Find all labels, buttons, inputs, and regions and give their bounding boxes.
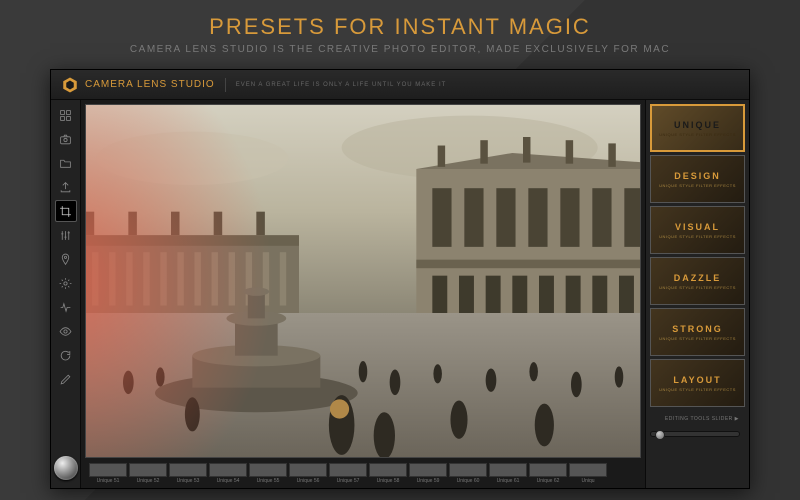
- thumb-item[interactable]: Unique 59: [409, 463, 447, 484]
- rotate-tool[interactable]: [55, 344, 77, 366]
- tool-sidebar: [51, 100, 81, 488]
- pulse-icon: [59, 301, 72, 314]
- slider-label: EDITING TOOLS SLIDER ▶: [665, 416, 739, 422]
- grid-tool[interactable]: [55, 104, 77, 126]
- camera-tool[interactable]: [55, 128, 77, 150]
- sliders-icon: [59, 229, 72, 242]
- thumb-item[interactable]: Unique 51: [89, 463, 127, 484]
- hexagon-logo-icon: [61, 76, 79, 94]
- titlebar: CAMERA LENS STUDIO EVEN A GREAT LIFE IS …: [51, 70, 749, 100]
- folder-tool[interactable]: [55, 152, 77, 174]
- eye-tool[interactable]: [55, 320, 77, 342]
- crop-tool[interactable]: [55, 200, 77, 222]
- camera-icon: [59, 133, 72, 146]
- crop-icon: [59, 205, 72, 218]
- thumbnail-strip[interactable]: Unique 51 Unique 52 Unique 53 Unique 54 …: [85, 458, 641, 484]
- photo-canvas[interactable]: [85, 104, 641, 458]
- slider-row: EDITING TOOLS SLIDER ▶: [650, 410, 745, 428]
- thumb-item[interactable]: Unique 52: [129, 463, 167, 484]
- hero-title: PRESETS FOR INSTANT MAGIC: [209, 14, 591, 40]
- main-panel: Unique 51 Unique 52 Unique 53 Unique 54 …: [81, 100, 645, 488]
- hero-subtitle: CAMERA LENS STUDIO IS THE CREATIVE PHOTO…: [130, 44, 670, 55]
- pin-tool[interactable]: [55, 248, 77, 270]
- divider: [225, 78, 226, 92]
- thumb-item[interactable]: Unique 53: [169, 463, 207, 484]
- adjust-tool[interactable]: [55, 224, 77, 246]
- preset-design[interactable]: DESIGNUNIQUE STYLE FILTER EFFECTS: [650, 155, 745, 203]
- preset-strong[interactable]: STRONGUNIQUE STYLE FILTER EFFECTS: [650, 308, 745, 356]
- settings-tool[interactable]: [55, 272, 77, 294]
- preset-panel: UNIQUEUNIQUE STYLE FILTER EFFECTS DESIGN…: [645, 100, 749, 488]
- preset-layout[interactable]: LAYOUTUNIQUE STYLE FILTER EFFECTS: [650, 359, 745, 407]
- thumb-item[interactable]: Unique 62: [529, 463, 567, 484]
- exposure-dial[interactable]: [54, 456, 78, 480]
- gear-icon: [59, 277, 72, 290]
- photo-preview: [86, 105, 640, 457]
- edit-tool[interactable]: [55, 368, 77, 390]
- pulse-tool[interactable]: [55, 296, 77, 318]
- tagline: EVEN A GREAT LIFE IS ONLY A LIFE UNTIL Y…: [236, 82, 447, 88]
- rotate-icon: [59, 349, 72, 362]
- eye-icon: [59, 325, 72, 338]
- preset-visual[interactable]: VISUALUNIQUE STYLE FILTER EFFECTS: [650, 206, 745, 254]
- export-icon: [59, 181, 72, 194]
- pin-icon: [59, 253, 72, 266]
- thumb-item[interactable]: Unique 61: [489, 463, 527, 484]
- thumb-item[interactable]: Unique 54: [209, 463, 247, 484]
- editing-slider[interactable]: [650, 431, 740, 437]
- thumb-item[interactable]: Unique 58: [369, 463, 407, 484]
- brand-text: CAMERA LENS STUDIO: [85, 79, 215, 90]
- export-tool[interactable]: [55, 176, 77, 198]
- thumb-item[interactable]: Uniqu: [569, 463, 607, 484]
- app-logo: CAMERA LENS STUDIO: [61, 76, 215, 94]
- app-window: CAMERA LENS STUDIO EVEN A GREAT LIFE IS …: [50, 69, 750, 489]
- thumb-item[interactable]: Unique 57: [329, 463, 367, 484]
- thumb-item[interactable]: Unique 55: [249, 463, 287, 484]
- pencil-icon: [59, 373, 72, 386]
- preset-unique[interactable]: UNIQUEUNIQUE STYLE FILTER EFFECTS: [650, 104, 745, 152]
- preset-dazzle[interactable]: DAZZLEUNIQUE STYLE FILTER EFFECTS: [650, 257, 745, 305]
- thumb-item[interactable]: Unique 56: [289, 463, 327, 484]
- thumb-item[interactable]: Unique 60: [449, 463, 487, 484]
- folder-icon: [59, 157, 72, 170]
- grid-icon: [59, 109, 72, 122]
